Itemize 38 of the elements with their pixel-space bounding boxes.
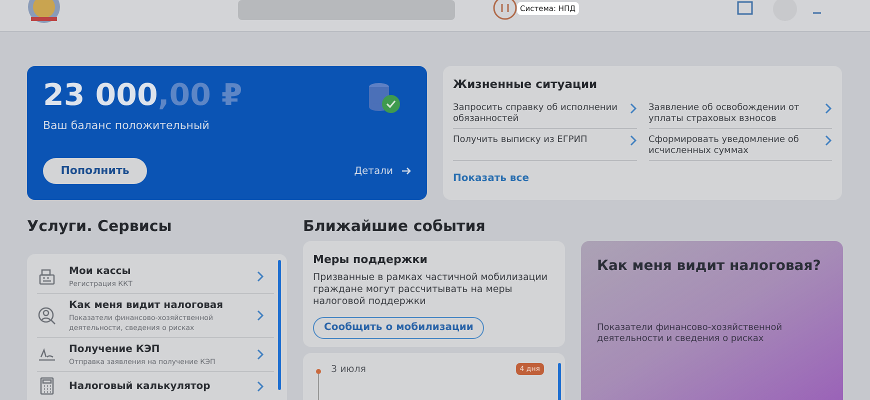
balance-amount: 23 000,00 ₽ [43,78,242,114]
chevron-right-icon [257,310,264,321]
service-title: Как меня видит налоговая [69,299,224,313]
support-text: Призванные в рамках частичной мобилизации граждане могут рассчитывать на меры налоговой поддержки [313,272,549,308]
situation-link[interactable]: Получить выписку из ЕГРИП [453,135,636,162]
scrollbar[interactable] [558,362,561,400]
chevron-right-icon [257,380,264,392]
promo-card[interactable]: Как меня видит налоговая? Показатели финансово-хозяйственной деятельности и сведения о рисках [581,241,843,400]
service-title: Налоговый калькулятор [69,380,212,394]
chevron-right-icon [257,349,264,360]
chevron-right-icon [630,135,636,146]
section-heading: Услуги. Сервисы [27,216,173,236]
search-field[interactable] [238,0,455,20]
section-heading: Ближайшие события [303,216,486,236]
details-link[interactable]: Детали [354,164,411,178]
service-title: Мои кассы [69,265,132,279]
balance-caption: Ваш баланс положительный [43,118,210,134]
magnifier-person-icon [37,306,57,326]
promo-text: Показатели финансово-хозяйственной деятельности и сведения о рисках [597,323,784,345]
card-title: Жизненные ситуации [453,76,598,93]
chevron-right-icon [825,103,832,114]
show-all-link[interactable]: Показать все [453,171,529,186]
promo-title: Как меня видит налоговая? [597,257,822,276]
cash-register-icon [37,266,57,286]
chevron-right-icon [257,271,264,282]
chevron-right-icon [630,103,636,114]
situation-link[interactable]: Заявление об освобождении от уплаты страховых взносов [648,103,832,130]
service-title: Получение КЭП [69,343,161,357]
situation-link[interactable]: Сформировать уведомление об исчисленных суммах [648,135,832,162]
scrollbar[interactable] [278,260,281,390]
top-up-button[interactable]: Пополнить [43,158,147,184]
report-mobilization-button[interactable]: Сообщить о мобилизации [313,316,484,338]
arrow-right-icon [401,166,411,176]
service-item[interactable]: Налоговый калькулятор [37,372,274,400]
situation-link[interactable]: Запросить справку об исполнении обязанностей [453,103,636,130]
chevron-right-icon [825,135,832,146]
event-date: 3 июля [331,362,368,376]
card-title: Меры поддержки [313,252,428,268]
